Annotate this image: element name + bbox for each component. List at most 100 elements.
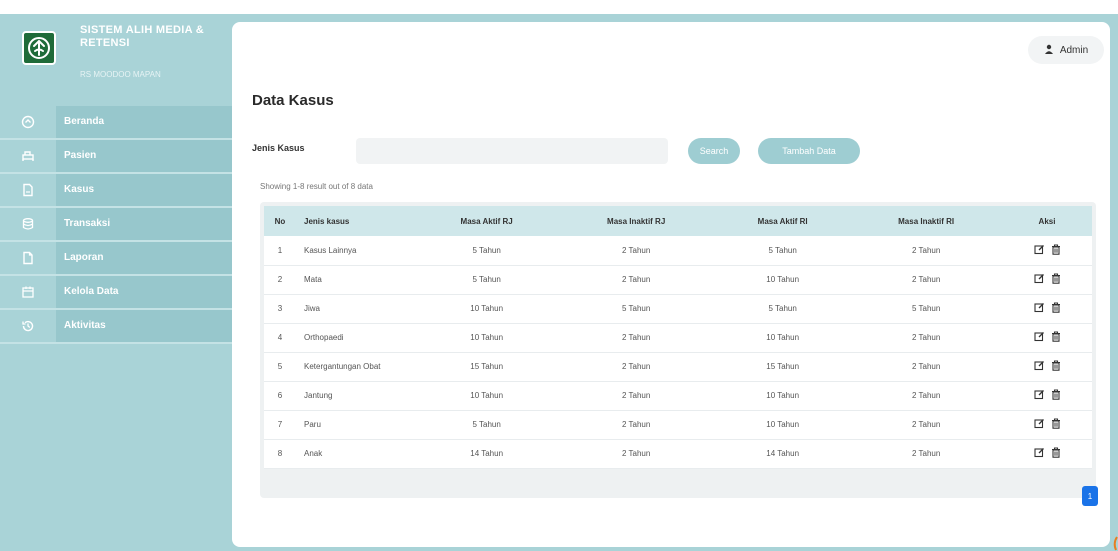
cell-masa-inaktif-rj: 2 Tahun — [557, 265, 716, 295]
cell-jenis-kasus: Kasus Lainnya — [296, 236, 416, 266]
cell-jenis-kasus: Jantung — [296, 381, 416, 411]
cell-masa-aktif-rj: 5 Tahun — [416, 410, 558, 440]
sidebar-item-aktivitas[interactable]: Aktivitas — [0, 310, 232, 344]
cell-no: 4 — [264, 323, 296, 353]
cell-aksi — [1002, 410, 1092, 440]
cell-masa-inaktif-ri: 2 Tahun — [850, 352, 1002, 382]
cell-masa-aktif-rj: 15 Tahun — [416, 352, 558, 382]
cell-masa-inaktif-rj: 2 Tahun — [557, 323, 716, 353]
table-row: 6 Jantung 10 Tahun 2 Tahun 10 Tahun 2 Tahun — [264, 381, 1092, 411]
user-icon — [1044, 44, 1054, 57]
table-row: 3 Jiwa 10 Tahun 5 Tahun 5 Tahun 5 Tahun — [264, 294, 1092, 324]
delete-icon[interactable] — [1051, 273, 1061, 284]
cell-masa-inaktif-ri: 2 Tahun — [850, 265, 1002, 295]
delete-icon[interactable] — [1051, 447, 1061, 458]
sidebar-item-kasus[interactable]: Kasus — [0, 174, 232, 208]
delete-icon[interactable] — [1051, 360, 1061, 371]
cell-aksi — [1002, 381, 1092, 411]
cell-jenis-kasus: Orthopaedi — [296, 323, 416, 353]
cell-no: 5 — [264, 352, 296, 382]
cell-masa-aktif-ri: 10 Tahun — [715, 410, 851, 440]
cell-no: 6 — [264, 381, 296, 411]
cell-jenis-kasus: Ketergantungan Obat — [296, 352, 416, 382]
cell-no: 2 — [264, 265, 296, 295]
user-menu-button[interactable]: Admin — [1028, 36, 1104, 64]
cell-no: 8 — [264, 439, 296, 469]
table-container: No Jenis kasus Masa Aktif RJ Masa Inakti… — [260, 202, 1096, 498]
sidebar-item-label: Kasus — [56, 174, 232, 206]
cell-masa-aktif-ri: 5 Tahun — [715, 294, 851, 324]
cell-masa-aktif-ri: 15 Tahun — [715, 352, 851, 382]
edit-icon[interactable] — [1033, 331, 1045, 342]
cell-masa-inaktif-rj: 2 Tahun — [557, 410, 716, 440]
cell-aksi — [1002, 236, 1092, 266]
calendar-icon — [0, 285, 56, 299]
cell-masa-aktif-rj: 10 Tahun — [416, 294, 558, 324]
cell-masa-aktif-rj: 10 Tahun — [416, 381, 558, 411]
header-aksi: Aksi — [1038, 216, 1056, 226]
page-title: Data Kasus — [252, 92, 334, 109]
sidebar-item-kelola-data[interactable]: Kelola Data — [0, 276, 232, 310]
cell-jenis-kasus: Paru — [296, 410, 416, 440]
add-data-button[interactable]: Tambah Data — [758, 138, 860, 164]
cell-jenis-kasus: Anak — [296, 439, 416, 469]
home-icon — [0, 115, 56, 129]
pagination-page-button[interactable]: 1 — [1082, 486, 1098, 506]
edit-icon[interactable] — [1033, 389, 1045, 400]
cell-masa-aktif-rj: 14 Tahun — [416, 439, 558, 469]
sidebar-item-beranda[interactable]: Beranda — [0, 106, 232, 140]
sidebar-item-label: Aktivitas — [56, 310, 232, 342]
edit-icon[interactable] — [1033, 447, 1045, 458]
cell-masa-aktif-rj: 5 Tahun — [416, 236, 558, 266]
cell-no: 7 — [264, 410, 296, 440]
filter-label: Jenis Kasus — [252, 143, 305, 153]
cell-masa-aktif-ri: 5 Tahun — [715, 236, 851, 266]
cell-no: 1 — [264, 236, 296, 266]
cell-aksi — [1002, 265, 1092, 295]
sidebar: SISTEM ALIH MEDIA & RETENSI RS MOODOO MA… — [0, 14, 232, 551]
delete-icon[interactable] — [1051, 244, 1061, 255]
table-row: 1 Kasus Lainnya 5 Tahun 2 Tahun 5 Tahun 2 Tah… — [264, 236, 1092, 266]
sidebar-item-laporan[interactable]: Laporan — [0, 242, 232, 276]
result-count-text: Showing 1-8 result out of 8 data — [260, 182, 373, 191]
hospital-name: RS MOODOO MAPAN — [80, 70, 161, 79]
delete-icon[interactable] — [1051, 418, 1061, 429]
header-masa-aktif-ri: Masa Aktif RI — [757, 216, 808, 226]
table-row: 4 Orthopaedi 10 Tahun 2 Tahun 10 Tahun 2 Tahu… — [264, 323, 1092, 353]
sidebar-item-transaksi[interactable]: Transaksi — [0, 208, 232, 242]
user-name: Admin — [1059, 44, 1089, 56]
sidebar-item-label: Kelola Data — [56, 276, 232, 308]
delete-icon[interactable] — [1051, 331, 1061, 342]
jenis-kasus-input[interactable] — [356, 138, 668, 164]
sidebar-item-label: Laporan — [56, 242, 232, 274]
cell-masa-aktif-ri: 14 Tahun — [715, 439, 851, 469]
cell-masa-inaktif-rj: 2 Tahun — [557, 352, 716, 382]
brand: SISTEM ALIH MEDIA & RETENSI RS MOODOO MA… — [8, 14, 232, 106]
sidebar-item-label: Beranda — [56, 106, 232, 138]
header-masa-aktif-rj: Masa Aktif RJ — [460, 216, 513, 226]
cell-masa-aktif-rj: 5 Tahun — [416, 265, 558, 295]
document-icon — [0, 183, 56, 197]
cell-masa-inaktif-ri: 5 Tahun — [850, 294, 1002, 324]
kasus-table: No Jenis kasus Masa Aktif RJ Masa Inakti… — [264, 206, 1092, 469]
edit-icon[interactable] — [1033, 360, 1045, 371]
edit-icon[interactable] — [1033, 244, 1045, 255]
header-masa-inaktif-ri: Masa Inaktif RI — [898, 216, 955, 226]
sidebar-item-label: Transaksi — [56, 208, 232, 240]
edit-icon[interactable] — [1033, 273, 1045, 284]
history-icon — [0, 319, 56, 333]
delete-icon[interactable] — [1051, 302, 1061, 313]
cell-aksi — [1002, 352, 1092, 382]
sidebar-item-pasien[interactable]: Pasien — [0, 140, 232, 174]
cell-aksi — [1002, 323, 1092, 353]
search-button[interactable]: Search — [688, 138, 740, 164]
app-title: SISTEM ALIH MEDIA & RETENSI — [80, 24, 205, 49]
cell-jenis-kasus: Jiwa — [296, 294, 416, 324]
cell-masa-inaktif-rj: 2 Tahun — [557, 236, 716, 266]
main-content: Admin Data Kasus Jenis Kasus Search Tamb… — [232, 22, 1110, 547]
edit-icon[interactable] — [1033, 302, 1045, 313]
cell-no: 3 — [264, 294, 296, 324]
edit-icon[interactable] — [1033, 418, 1045, 429]
table-row: 2 Mata 5 Tahun 2 Tahun 10 Tahun 2 Tahun — [264, 265, 1092, 295]
delete-icon[interactable] — [1051, 389, 1061, 400]
